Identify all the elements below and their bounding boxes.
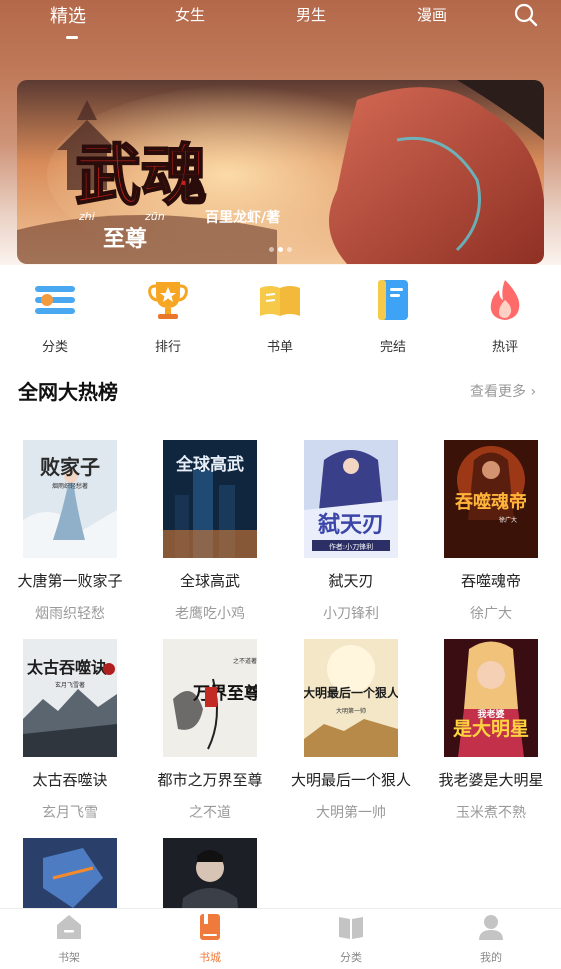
banner-dot <box>269 247 274 252</box>
bookstore-icon <box>200 914 220 940</box>
cover-title: 是大明星 <box>453 717 529 740</box>
cover-title: 太古吞噬诀 <box>26 658 108 677</box>
cover-subtitle: 烟雨织轻愁著 <box>52 482 88 490</box>
book-card[interactable]: 大明最后一个狠人 大明第一帅 大明最后一个狠人 大明第一帅 <box>281 639 421 822</box>
user-icon <box>479 915 503 940</box>
banner-title-big: 武魂 <box>75 136 207 214</box>
quick-nav-booklist[interactable]: 书单 <box>240 278 320 355</box>
book-card[interactable]: 太古吞噬诀 玄月飞雪著 太古吞噬诀 玄月飞雪 <box>0 639 140 822</box>
book-cover: 全球高武 <box>163 440 257 558</box>
bottom-nav: 书架 书城 分类 我的 <box>0 908 561 969</box>
book-cover: 弑天刃 作者:小刀锋利 <box>304 440 398 558</box>
quick-nav-label: 分类 <box>41 340 68 355</box>
book-cover: 败家子 烟雨织轻愁著 <box>23 440 117 558</box>
quick-nav-category[interactable]: 分类 <box>15 278 95 355</box>
book-author: 玄月飞雪 <box>42 805 98 821</box>
cover-subtitle: 之不道著 <box>233 657 257 665</box>
tab-featured[interactable]: 精选 <box>50 2 86 28</box>
book-cover: 太古吞噬诀 玄月飞雪著 <box>23 639 117 757</box>
view-more-link[interactable]: 查看更多 › <box>470 381 536 401</box>
cover-title: 吞噬魂帝 <box>455 491 527 513</box>
trophy-icon <box>148 282 188 319</box>
cover-title: 败家子 <box>40 455 100 479</box>
book-author: 老鹰吃小鸡 <box>175 606 245 622</box>
quick-nav-hot-reviews[interactable]: 热评 <box>465 278 545 355</box>
book-cover: 吞噬魂帝 徐广大 <box>444 440 538 558</box>
category-icon <box>35 286 75 314</box>
book-author: 烟雨织轻愁 <box>35 606 105 622</box>
top-tabs: 精选 女生 男生 漫画 <box>0 0 561 40</box>
promo-banner[interactable]: 武魂 zhi zūn 至尊 百里龙虾/著 <box>17 80 544 264</box>
book-title: 都市之万界至尊 <box>157 771 263 789</box>
book-author: 之不道 <box>189 805 231 821</box>
book-card[interactable]: 吞噬魂帝 徐广大 吞噬魂帝 徐广大 <box>421 440 561 623</box>
bottom-nav-label: 分类 <box>340 951 362 964</box>
cover-title: 全球高武 <box>175 454 244 475</box>
bottom-nav-label: 我的 <box>480 951 502 964</box>
book-title: 大唐第一败家子 <box>17 572 123 590</box>
banner-pinyin-1: zhi <box>78 210 95 223</box>
book-title: 吞噬魂帝 <box>460 572 521 590</box>
banner-dot-active <box>278 247 283 252</box>
quick-nav: 分类 排行 书单 完结 热评 <box>0 270 561 355</box>
quick-nav-label: 排行 <box>154 340 181 355</box>
section-title: 全网大热榜 <box>18 380 118 404</box>
banner-dot <box>287 247 292 252</box>
cover-subtitle: 徐广大 <box>499 516 517 524</box>
banner-pagination <box>17 237 544 256</box>
book-card[interactable]: 万界至尊 之不道著 都市之万界至尊 之不道 <box>140 639 280 822</box>
bottom-nav-bookshelf[interactable]: 书架 <box>29 913 109 965</box>
category-book-icon <box>339 917 363 939</box>
bottom-nav-category[interactable]: 分类 <box>311 913 391 965</box>
book-list-icon <box>260 286 300 316</box>
book-title: 全球高武 <box>179 572 240 590</box>
book-author: 大明第一帅 <box>316 805 386 821</box>
banner-author: 百里龙虾/著 <box>205 209 280 226</box>
book-card[interactable]: 败家子 烟雨织轻愁著 大唐第一败家子 烟雨织轻愁 <box>0 440 140 623</box>
cover-title: 弑天刃 <box>317 512 384 538</box>
cover-title: 大明最后一个狠人 <box>304 685 398 700</box>
book-card[interactable]: 全球高武 全球高武 老鹰吃小鸡 <box>140 440 280 623</box>
book-card[interactable]: 弑天刃 作者:小刀锋利 弑天刃 小刀锋利 <box>281 440 421 623</box>
cover-subtitle: 作者:小刀锋利 <box>329 542 373 551</box>
book-author: 小刀锋利 <box>323 606 379 622</box>
bottom-nav-label: 书城 <box>199 951 221 964</box>
cover-subtitle: 玄月飞雪著 <box>55 681 85 689</box>
book-author: 玉米煮不熟 <box>456 805 526 821</box>
bottom-nav-profile[interactable]: 我的 <box>451 913 531 965</box>
quick-nav-ranking[interactable]: 排行 <box>128 278 208 355</box>
book-title: 太古吞噬诀 <box>32 771 108 789</box>
tab-male[interactable]: 男生 <box>296 4 326 25</box>
cover-title: 万界至尊 <box>192 683 257 704</box>
book-author: 徐广大 <box>470 606 512 622</box>
book-title: 大明最后一个狠人 <box>290 771 411 789</box>
book-cover: 我老婆 是大明星 <box>444 639 538 757</box>
tab-comics[interactable]: 漫画 <box>417 4 447 25</box>
quick-nav-label: 热评 <box>491 340 518 355</box>
book-card[interactable]: 我老婆 是大明星 我老婆是大明星 玉米煮不熟 <box>421 639 561 822</box>
quick-nav-label: 书单 <box>266 340 293 355</box>
book-cover: 大明最后一个狠人 大明第一帅 <box>304 639 398 757</box>
banner-pinyin-2: zūn <box>144 210 165 223</box>
bottom-nav-label: 书架 <box>58 951 80 964</box>
book-title: 弑天刃 <box>328 572 374 590</box>
quick-nav-label: 完结 <box>379 340 406 355</box>
fire-icon <box>490 280 520 320</box>
tab-active-indicator <box>66 36 78 39</box>
tab-female[interactable]: 女生 <box>175 4 205 25</box>
finished-book-icon <box>378 280 408 320</box>
bottom-nav-bookstore[interactable]: 书城 <box>170 913 250 965</box>
search-icon[interactable] <box>513 2 539 28</box>
cover-subtitle: 大明第一帅 <box>336 707 366 715</box>
bookshelf-icon <box>57 915 81 939</box>
quick-nav-finished[interactable]: 完结 <box>353 278 433 355</box>
book-cover: 万界至尊 之不道著 <box>163 639 257 757</box>
book-title: 我老婆是大明星 <box>438 771 544 789</box>
